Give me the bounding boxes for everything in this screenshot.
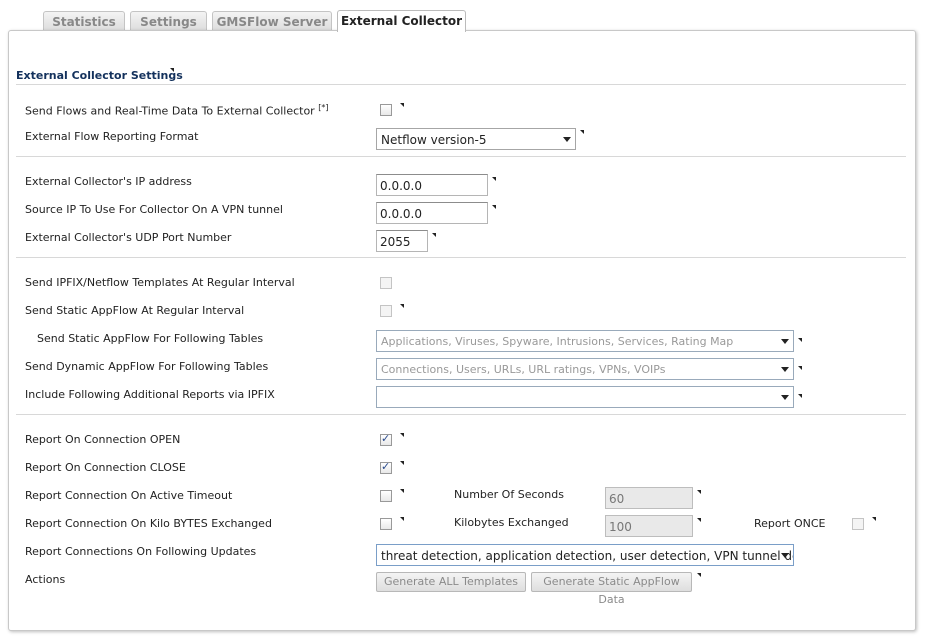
help-marker xyxy=(697,573,701,577)
additional-reports-select[interactable] xyxy=(376,386,794,408)
divider xyxy=(16,257,906,258)
reporting-format-select[interactable]: Netflow version-5 xyxy=(376,128,576,150)
report-open-checkbox[interactable] xyxy=(380,432,392,446)
help-marker xyxy=(697,518,701,522)
kilo-bytes-checkbox[interactable] xyxy=(380,518,392,530)
number-of-seconds-input[interactable]: 60 xyxy=(605,487,693,509)
send-flows-label: Send Flows and Real-Time Data To Externa… xyxy=(25,103,329,118)
send-templates-checkbox[interactable] xyxy=(380,277,392,289)
collector-ip-input[interactable]: 0.0.0.0 xyxy=(376,174,488,196)
report-once-checkbox[interactable] xyxy=(852,518,864,530)
static-tables-label: Send Static AppFlow For Following Tables xyxy=(37,332,264,345)
help-marker xyxy=(400,489,404,493)
help-marker xyxy=(170,68,174,72)
divider xyxy=(16,156,906,157)
help-marker xyxy=(492,205,496,209)
help-marker xyxy=(492,177,496,181)
active-timeout-checkbox[interactable] xyxy=(380,490,392,502)
tab-gmsflow-server[interactable]: GMSFlow Server xyxy=(212,11,332,31)
send-static-appflow-label: Send Static AppFlow At Regular Interval xyxy=(25,304,245,317)
help-marker xyxy=(798,338,802,342)
reporting-format-label: External Flow Reporting Format xyxy=(25,130,199,143)
active-timeout-label: Report Connection On Active Timeout xyxy=(25,489,233,502)
actions-label: Actions xyxy=(25,573,66,586)
help-marker xyxy=(400,103,404,107)
number-of-seconds-label: Number Of Seconds xyxy=(454,488,564,501)
help-marker xyxy=(872,517,876,521)
report-close-checkbox[interactable] xyxy=(380,460,392,474)
report-close-label: Report On Connection CLOSE xyxy=(25,461,186,474)
generate-static-appflow-button[interactable]: Generate Static AppFlow Data xyxy=(531,572,692,606)
chevron-down-icon xyxy=(781,395,789,400)
generate-all-templates-button[interactable]: Generate ALL Templates xyxy=(376,572,526,592)
send-static-appflow-checkbox[interactable] xyxy=(380,305,392,317)
help-marker xyxy=(400,517,404,521)
help-marker xyxy=(400,433,404,437)
additional-reports-label: Include Following Additional Reports via… xyxy=(25,388,275,401)
following-updates-select[interactable]: threat detection, application detection,… xyxy=(376,544,794,566)
report-open-label: Report On Connection OPEN xyxy=(25,433,181,446)
chevron-down-icon xyxy=(563,137,571,142)
udp-port-label: External Collector's UDP Port Number xyxy=(25,231,232,244)
divider xyxy=(16,414,906,415)
help-marker xyxy=(580,130,584,134)
kilobytes-exchanged-label: Kilobytes Exchanged xyxy=(454,516,569,529)
help-marker xyxy=(400,461,404,465)
chevron-down-icon xyxy=(781,367,789,372)
help-marker xyxy=(432,233,436,237)
udp-port-input[interactable]: 2055 xyxy=(376,230,428,252)
dynamic-tables-label: Send Dynamic AppFlow For Following Table… xyxy=(25,360,269,373)
help-marker xyxy=(798,394,802,398)
send-flows-checkbox[interactable] xyxy=(380,104,392,116)
chevron-down-icon xyxy=(781,339,789,344)
kilo-bytes-label: Report Connection On Kilo BYTES Exchange… xyxy=(25,517,272,530)
source-ip-input[interactable]: 0.0.0.0 xyxy=(376,202,488,224)
help-marker xyxy=(798,366,802,370)
tab-statistics[interactable]: Statistics xyxy=(43,11,125,31)
kilobytes-exchanged-input[interactable]: 100 xyxy=(605,515,693,537)
help-marker xyxy=(400,304,404,308)
tab-external-collector[interactable]: External Collector xyxy=(337,10,466,32)
tab-settings[interactable]: Settings xyxy=(130,11,207,31)
dynamic-tables-select[interactable]: Connections, Users, URLs, URL ratings, V… xyxy=(376,358,794,380)
send-templates-label: Send IPFIX/Netflow Templates At Regular … xyxy=(25,276,295,289)
report-once-label: Report ONCE xyxy=(754,517,826,530)
help-marker xyxy=(697,490,701,494)
collector-ip-label: External Collector's IP address xyxy=(25,175,192,188)
divider xyxy=(16,84,906,85)
source-ip-label: Source IP To Use For Collector On A VPN … xyxy=(25,203,283,216)
section-title: External Collector Settings xyxy=(16,69,183,82)
chevron-down-icon xyxy=(781,553,789,558)
static-tables-select[interactable]: Applications, Viruses, Spyware, Intrusio… xyxy=(376,330,794,352)
following-updates-label: Report Connections On Following Updates xyxy=(25,545,257,558)
